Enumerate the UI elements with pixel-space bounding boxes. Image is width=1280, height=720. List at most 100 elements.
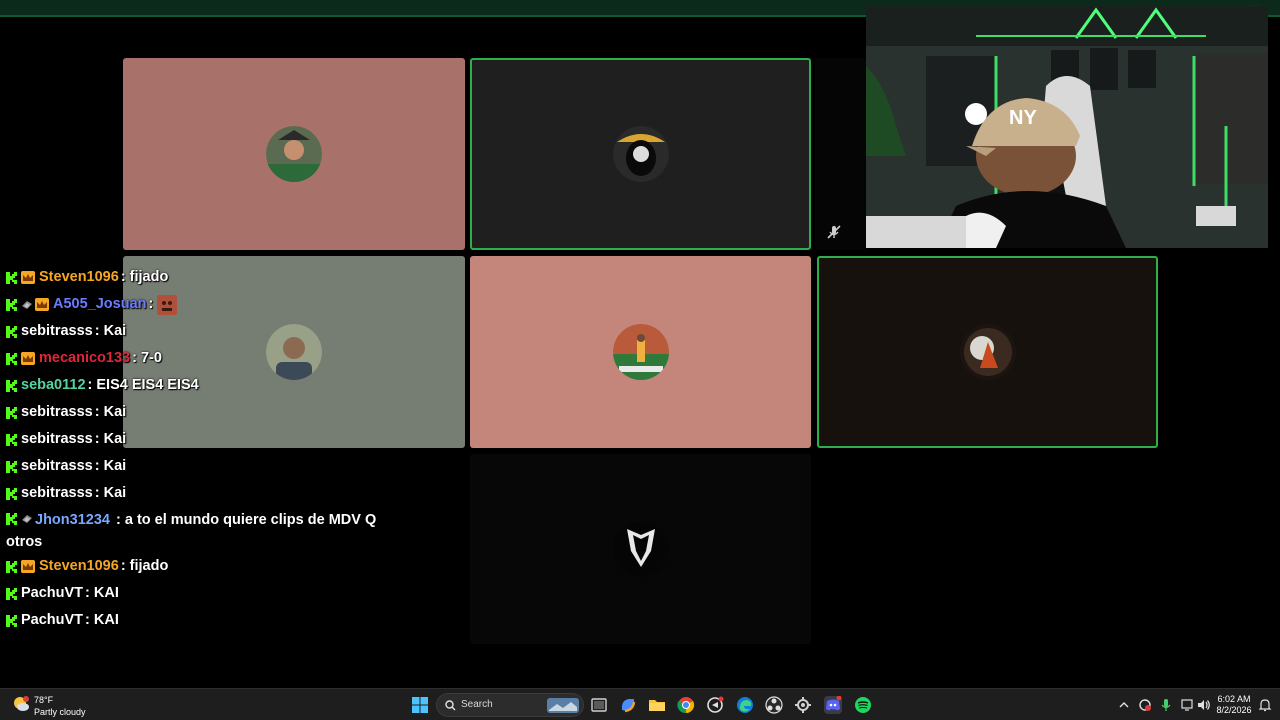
subscriber-crown-icon <box>21 352 35 365</box>
chat-message-text: : fijado <box>120 558 169 574</box>
chat-message-text: : KAI <box>85 585 119 601</box>
chat-message: sebitrasss : Kai <box>6 318 386 345</box>
participant-tile-1[interactable] <box>123 58 465 250</box>
search-placeholder: Search <box>461 699 493 710</box>
participant-avatar <box>266 126 322 182</box>
participant-tile-2[interactable] <box>470 58 811 250</box>
chat-message: PachuVT : KAI <box>6 607 386 634</box>
kick-badge-icon <box>6 379 17 392</box>
chat-message-text: : fijado <box>120 269 169 285</box>
chat-message: sebitrasss : Kai <box>6 453 386 480</box>
settings-icon[interactable] <box>794 696 812 714</box>
kick-badge-icon <box>6 614 17 627</box>
windows-taskbar: 78°F Partly cloudy Search 6:02 AM 8/2/20… <box>0 688 1280 720</box>
chat-message: A505_Josuan : <box>6 291 386 318</box>
network-icon[interactable] <box>1180 698 1194 712</box>
chat-message-text: : 7-0 <box>132 350 162 366</box>
gifter-badge-icon <box>22 515 32 523</box>
chat-overlay: Steven1096 : fijado A505_Josuan : sebitras… <box>6 264 386 634</box>
chrome-icon[interactable] <box>677 696 695 714</box>
search-icon <box>445 700 456 711</box>
file-explorer-icon[interactable] <box>648 696 666 714</box>
microphone-icon[interactable] <box>1159 698 1173 712</box>
chat-username[interactable]: sebitrasss <box>21 453 93 480</box>
task-view-icon[interactable] <box>590 696 608 714</box>
weather-icon <box>14 696 29 711</box>
weather-temp: 78°F <box>34 695 54 705</box>
kick-badge-icon <box>6 560 17 573</box>
weather-desc: Partly cloudy <box>34 707 86 717</box>
chat-username[interactable]: Steven1096 <box>39 264 119 291</box>
chat-message-text: : Kai <box>94 458 127 474</box>
chat-message-text: : Kai <box>94 404 127 420</box>
discord-icon[interactable] <box>824 695 842 714</box>
chat-username[interactable]: A505_Josuan <box>53 291 147 318</box>
chat-message-text: : EIS4 EIS4 EIS4 <box>87 377 199 393</box>
chat-message: Steven1096 : fijado <box>6 553 386 580</box>
taskbar-clock[interactable]: 6:02 AM 8/2/2026 <box>1214 694 1254 716</box>
copilot-icon[interactable] <box>619 696 637 714</box>
notifications-bell-icon[interactable] <box>1258 698 1272 712</box>
obs-icon[interactable] <box>765 696 783 714</box>
participant-avatar <box>959 324 1016 380</box>
kick-badge-icon <box>6 325 17 338</box>
chat-message: PachuVT : KAI <box>6 580 386 607</box>
chat-message-text: : Kai <box>94 485 127 501</box>
kick-badge-icon <box>6 352 17 365</box>
svg-text:NY: NY <box>1009 107 1037 129</box>
capcut-icon[interactable] <box>706 696 724 714</box>
kick-badge-icon <box>6 433 17 446</box>
streamer-webcam: NY <box>866 6 1268 248</box>
chat-username[interactable]: sebitrasss <box>21 318 93 345</box>
chat-message: sebitrasss : Kai <box>6 426 386 453</box>
kick-badge-icon <box>6 587 17 600</box>
chat-username[interactable]: sebitrasss <box>21 480 93 507</box>
kick-badge-icon <box>6 460 17 473</box>
subscriber-crown-icon <box>21 271 35 284</box>
kick-badge-icon <box>6 513 17 525</box>
participant-avatar <box>612 324 669 380</box>
chat-message: sebitrasss : Kai <box>6 480 386 507</box>
chat-message-text: : KAI <box>85 612 119 628</box>
participant-avatar <box>612 521 669 577</box>
kick-badge-icon <box>6 298 17 311</box>
chat-message: sebitrasss : Kai <box>6 399 386 426</box>
spotify-icon[interactable] <box>854 696 872 714</box>
participant-tile-5[interactable] <box>817 256 1158 448</box>
gifter-badge-icon <box>22 300 32 309</box>
chat-username[interactable]: mecanico133 <box>39 345 130 372</box>
chat-message-text: : Kai <box>94 323 127 339</box>
tray-app-icon[interactable] <box>1138 698 1152 712</box>
participant-tile-partial <box>815 58 867 250</box>
chat-username[interactable]: seba0112 <box>21 372 86 399</box>
face-emote-icon <box>157 294 178 315</box>
chat-username[interactable]: Steven1096 <box>39 553 119 580</box>
windows-start-icon[interactable] <box>411 696 429 714</box>
chat-username[interactable]: PachuVT <box>21 580 83 607</box>
participant-avatar <box>612 126 669 182</box>
subscriber-crown-icon <box>21 560 35 573</box>
edge-icon[interactable] <box>736 696 754 714</box>
chat-message: mecanico133 : 7-0 <box>6 345 386 372</box>
chat-message: seba0112 : EIS4 EIS4 EIS4 <box>6 372 386 399</box>
subscriber-crown-icon <box>35 298 49 311</box>
chat-message-text: : <box>148 296 154 312</box>
mic-muted-icon <box>826 224 842 240</box>
volume-icon[interactable] <box>1197 698 1211 712</box>
taskbar-search-box[interactable]: Search <box>436 693 584 717</box>
chat-username[interactable]: sebitrasss <box>21 426 93 453</box>
clock-date: 8/2/2026 <box>1216 705 1252 715</box>
kick-badge-icon <box>6 271 17 284</box>
kick-badge-icon <box>6 406 17 419</box>
kick-badge-icon <box>6 487 17 500</box>
clock-time: 6:02 AM <box>1217 694 1251 704</box>
show-hidden-icons-chevron-icon[interactable] <box>1117 698 1131 712</box>
chat-username[interactable]: sebitrasss <box>21 399 93 426</box>
chat-username[interactable]: PachuVT <box>21 607 83 634</box>
chat-message-text: : Kai <box>94 431 127 447</box>
search-highlight-icon <box>547 698 579 713</box>
chat-message: Jhon31234 : a to el mundo quiere clips d… <box>6 507 386 553</box>
chat-username[interactable]: Jhon31234 <box>35 512 110 528</box>
participant-tile-6[interactable] <box>470 454 811 644</box>
participant-tile-4[interactable] <box>470 256 811 448</box>
